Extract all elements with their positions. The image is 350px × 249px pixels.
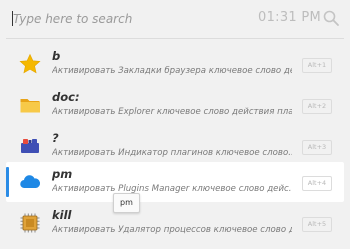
result-item-bookmarks[interactable]: b Активировать Закладки браузера ключево… <box>6 44 344 84</box>
clock: 01:31 PM <box>258 10 322 25</box>
star-icon <box>19 53 41 74</box>
selection-indicator <box>6 167 9 197</box>
search-bar: 01:31 PM <box>0 0 350 36</box>
result-title: b <box>52 49 61 63</box>
result-title: doc: <box>52 90 80 104</box>
result-description: Активировать Explorer ключевое слово дей… <box>52 107 292 117</box>
result-description: Активировать Закладки браузера ключевое … <box>52 66 292 76</box>
hotkey-badge: Alt+2 <box>302 99 332 114</box>
folder-icon <box>20 99 40 113</box>
search-icon[interactable] <box>322 9 340 27</box>
plugin-blocks-icon <box>21 139 39 153</box>
result-description: Активировать Plugins Manager ключевое сл… <box>52 184 292 194</box>
result-description: Активировать Индикатор плагинов ключевое… <box>52 148 292 158</box>
launcher-window: 01:31 PM b Активировать Закладки браузер… <box>0 0 350 249</box>
cloud-icon <box>20 175 41 189</box>
cpu-chip-icon <box>20 213 40 233</box>
divider <box>6 38 344 39</box>
result-description: Активировать Удалятор процессов ключевое… <box>52 225 292 235</box>
result-item-plugins-manager[interactable]: pm Активировать Plugins Manager ключевое… <box>6 162 344 202</box>
result-title: pm <box>52 167 73 181</box>
result-item-explorer[interactable]: doc: Активировать Explorer ключевое слов… <box>6 85 344 125</box>
hotkey-badge: Alt+3 <box>302 140 332 155</box>
hotkey-badge: Alt+1 <box>302 58 332 73</box>
result-title: ? <box>52 131 59 145</box>
hotkey-badge: Alt+5 <box>302 217 332 232</box>
result-item-process-killer[interactable]: kill Активировать Удалятор процессов клю… <box>6 203 344 243</box>
hotkey-badge: Alt+4 <box>302 176 332 191</box>
result-item-plugin-indicator[interactable]: ? Активировать Индикатор плагинов ключев… <box>6 126 344 166</box>
result-title: kill <box>52 208 72 222</box>
search-input[interactable] <box>13 9 233 29</box>
tooltip: pm <box>113 193 140 213</box>
